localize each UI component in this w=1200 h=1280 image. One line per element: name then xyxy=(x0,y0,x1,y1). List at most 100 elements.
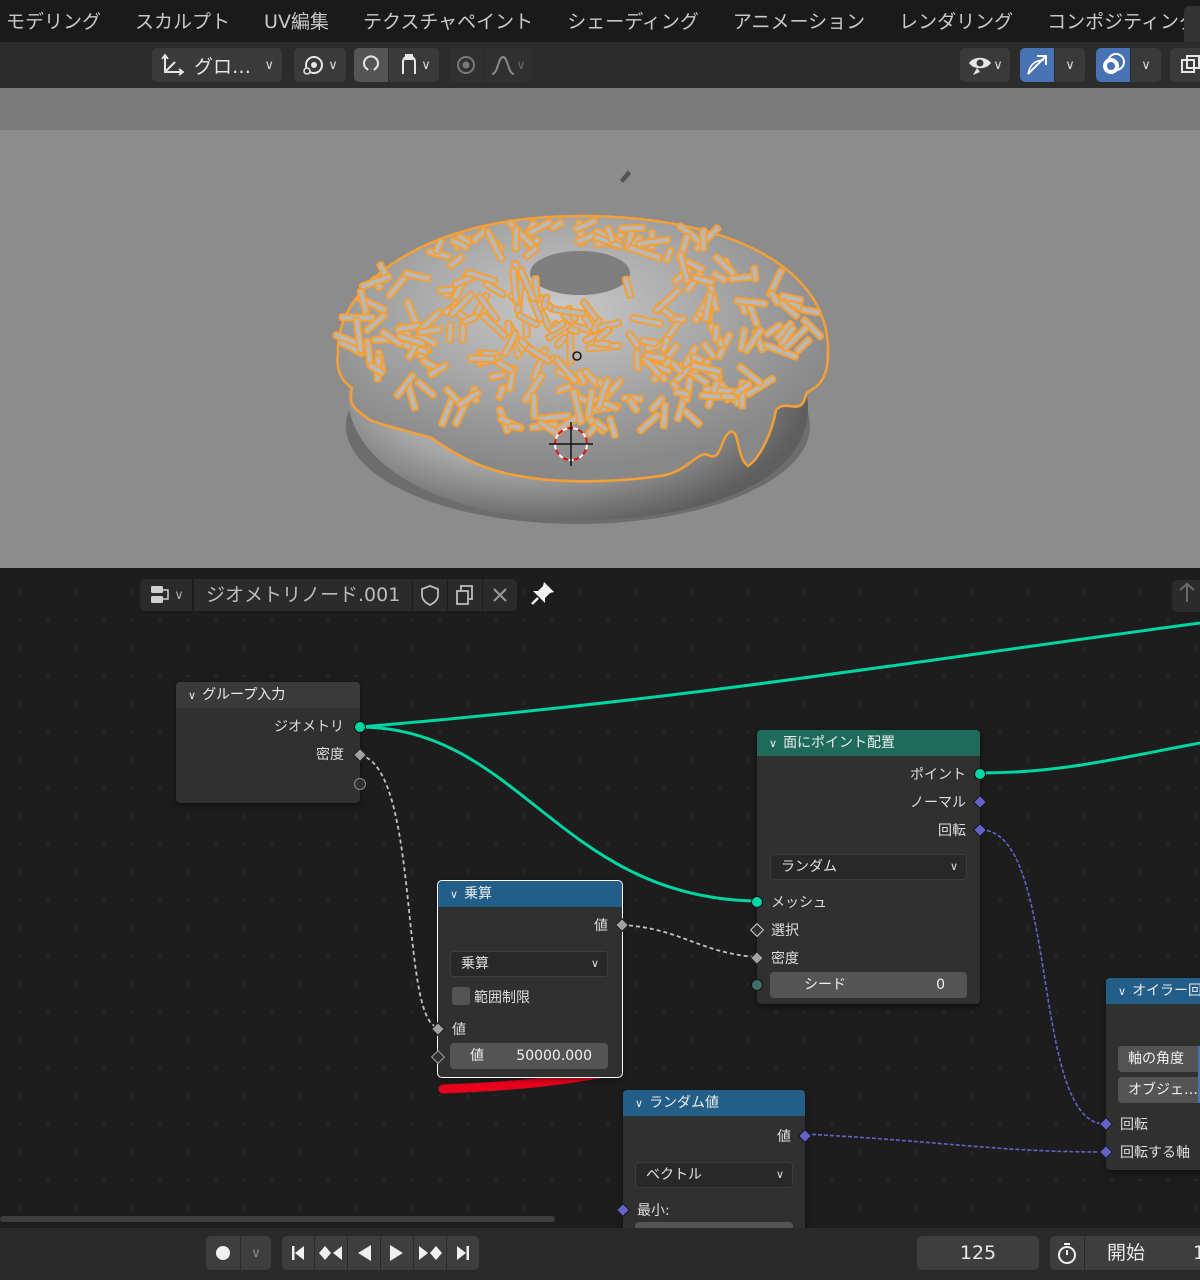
collapse-arrow-icon[interactable]: ∨ xyxy=(450,888,458,901)
axis-angle-button[interactable]: 軸の角度 xyxy=(1118,1046,1200,1072)
donut-object[interactable] xyxy=(332,214,830,524)
frame-start-label: 開始 xyxy=(1107,1242,1146,1264)
data-type-value: ベクトル xyxy=(646,1167,702,1183)
overlays-dropdown[interactable]: ∨ xyxy=(1131,48,1161,82)
play-button[interactable] xyxy=(381,1236,413,1270)
node-multiply[interactable]: ∨ 乗算 値 乗算 ∨ 範囲制限 値 値 50000.000 xyxy=(430,880,630,1078)
link-density-to-multiply[interactable] xyxy=(359,754,438,1028)
link-multiply-to-density[interactable] xyxy=(621,924,757,958)
tab-compositing[interactable]: コンポジティング xyxy=(1030,0,1200,42)
link-geometry-out[interactable] xyxy=(360,621,1200,729)
socket-mesh-in[interactable] xyxy=(751,896,763,908)
socket-seed-in[interactable] xyxy=(751,979,763,991)
jump-end-button[interactable] xyxy=(447,1236,479,1270)
node-header[interactable]: ∨ グループ入力 xyxy=(176,682,360,708)
tab-modeling[interactable]: モデリング xyxy=(0,0,118,42)
falloff-curve-icon xyxy=(491,55,515,75)
background-wall xyxy=(0,88,1200,130)
proportional-edit-icon xyxy=(457,56,475,74)
gizmo-toggle[interactable] xyxy=(1020,48,1054,82)
tab-shading[interactable]: シェーディング xyxy=(550,0,716,42)
collapse-arrow-icon[interactable]: ∨ xyxy=(635,1097,643,1110)
link-points-out[interactable] xyxy=(980,741,1200,775)
collapse-arrow-icon[interactable]: ∨ xyxy=(188,689,196,702)
tab-overflow[interactable] xyxy=(1184,6,1200,42)
node-header[interactable]: ∨ 乗算 xyxy=(438,881,622,907)
socket-points-out[interactable] xyxy=(974,768,986,780)
clamp-checkbox[interactable] xyxy=(452,987,470,1005)
object-space-button[interactable]: オブジェ… xyxy=(1118,1077,1200,1103)
frame-start-field[interactable]: 開始 1 xyxy=(1085,1236,1200,1270)
proportional-edit-toggle[interactable] xyxy=(449,48,483,82)
current-frame-field[interactable]: 125 xyxy=(917,1236,1039,1270)
socket-label-mesh: メッシュ xyxy=(771,895,827,911)
distribute-mode-dropdown[interactable]: ランダム ∨ xyxy=(770,854,967,880)
node-random-value[interactable]: ∨ ランダム値 値 ベクトル ∨ 最小: xyxy=(615,1090,813,1228)
transform-orientation-dropdown[interactable]: グロ… ∨ xyxy=(152,48,282,82)
jump-start-button[interactable] xyxy=(282,1236,314,1270)
operation-dropdown[interactable]: 乗算 ∨ xyxy=(450,951,608,977)
sprinkle xyxy=(750,264,760,283)
sprinkle xyxy=(436,285,455,295)
tab-rendering[interactable]: レンダリング xyxy=(882,0,1030,42)
node-editor[interactable]: ∨ ジオメトリノード.001 ∨ グループ入力 ジオメトリ 密度 ∨ 乗算 値 … xyxy=(0,568,1200,1228)
node-rotate-euler[interactable]: ∨ オイラー回 軸の角度 オブジェ… 回転 回転する軸 xyxy=(1098,978,1200,1170)
axis-orientation-icon xyxy=(161,53,185,76)
node-header[interactable]: ∨ 面にポイント配置 xyxy=(757,730,980,756)
socket-empty[interactable] xyxy=(354,778,366,790)
horizontal-scrollbar[interactable] xyxy=(0,1216,555,1222)
sprinkle xyxy=(467,354,497,363)
keying-dropdown[interactable]: ∨ xyxy=(241,1236,271,1270)
link-geometry-to-mesh[interactable] xyxy=(360,725,757,903)
socket-label-geometry: ジオメトリ xyxy=(274,719,344,735)
snap-toggle[interactable] xyxy=(354,48,388,82)
socket-geometry-out[interactable] xyxy=(354,721,366,733)
viewport-scene[interactable] xyxy=(0,88,1200,568)
sprinkle xyxy=(659,401,669,430)
chevron-down-icon: ∨ xyxy=(775,1168,784,1181)
record-icon xyxy=(216,1246,230,1260)
gizmo-icon xyxy=(1027,55,1047,75)
xray-toggle[interactable] xyxy=(1170,48,1200,82)
node-distribute-points-on-faces[interactable]: ∨ 面にポイント配置 ポイント ノーマル 回転 ランダム ∨ メッシュ 選択 密度 … xyxy=(749,730,988,1004)
node-header[interactable]: ∨ ランダム値 xyxy=(623,1090,805,1116)
clamp-label: 範囲制限 xyxy=(474,990,530,1006)
gizmo-dropdown[interactable]: ∨ xyxy=(1055,48,1085,82)
chevron-down-icon: ∨ xyxy=(264,57,274,73)
value-field-number: 50000.000 xyxy=(516,1048,592,1064)
sprinkle xyxy=(566,331,575,365)
socket-label-rotation: 回転 xyxy=(1120,1117,1148,1133)
chevron-down-icon: ∨ xyxy=(421,57,431,73)
seed-field[interactable]: シード 0 xyxy=(770,972,967,998)
tab-uv-editing[interactable]: UV編集 xyxy=(247,0,346,42)
chevron-down-icon: ∨ xyxy=(993,57,1003,73)
play-reverse-button[interactable] xyxy=(348,1236,380,1270)
overlays-toggle[interactable] xyxy=(1096,48,1130,82)
sprinkle xyxy=(445,321,455,344)
record-button[interactable] xyxy=(206,1236,240,1270)
socket-label-rotation: 回転 xyxy=(938,823,966,839)
collapse-arrow-icon[interactable]: ∨ xyxy=(769,737,777,750)
chevron-down-icon: ∨ xyxy=(516,57,526,73)
pivot-point-dropdown[interactable]: ∨ xyxy=(294,48,346,82)
3d-viewport[interactable] xyxy=(0,88,1200,568)
next-keyframe-button[interactable] xyxy=(414,1236,446,1270)
visibility-dropdown[interactable]: ∨ xyxy=(960,48,1010,82)
preview-range-toggle[interactable] xyxy=(1050,1236,1084,1270)
node-group-input[interactable]: ∨ グループ入力 ジオメトリ 密度 xyxy=(176,682,368,803)
node-title: 面にポイント配置 xyxy=(783,735,896,751)
tab-sculpt[interactable]: スカルプト xyxy=(118,0,247,42)
tab-animation[interactable]: アニメーション xyxy=(716,0,882,42)
snap-target-dropdown[interactable]: ∨ xyxy=(389,48,439,82)
link-random-to-axis[interactable] xyxy=(805,1133,1106,1153)
sprinkle xyxy=(529,392,539,421)
value-field[interactable]: 値 50000.000 xyxy=(450,1043,608,1069)
prev-keyframe-button[interactable] xyxy=(315,1236,347,1270)
link-rotation-to-euler[interactable] xyxy=(980,829,1106,1125)
falloff-dropdown[interactable]: ∨ xyxy=(484,48,532,82)
collapse-arrow-icon[interactable]: ∨ xyxy=(1118,985,1126,998)
tab-texture-paint[interactable]: テクスチャペイント xyxy=(346,0,550,42)
node-header[interactable]: ∨ オイラー回 xyxy=(1106,978,1200,1004)
value-field-label: 値 xyxy=(470,1048,484,1064)
data-type-dropdown[interactable]: ベクトル ∨ xyxy=(635,1162,793,1188)
